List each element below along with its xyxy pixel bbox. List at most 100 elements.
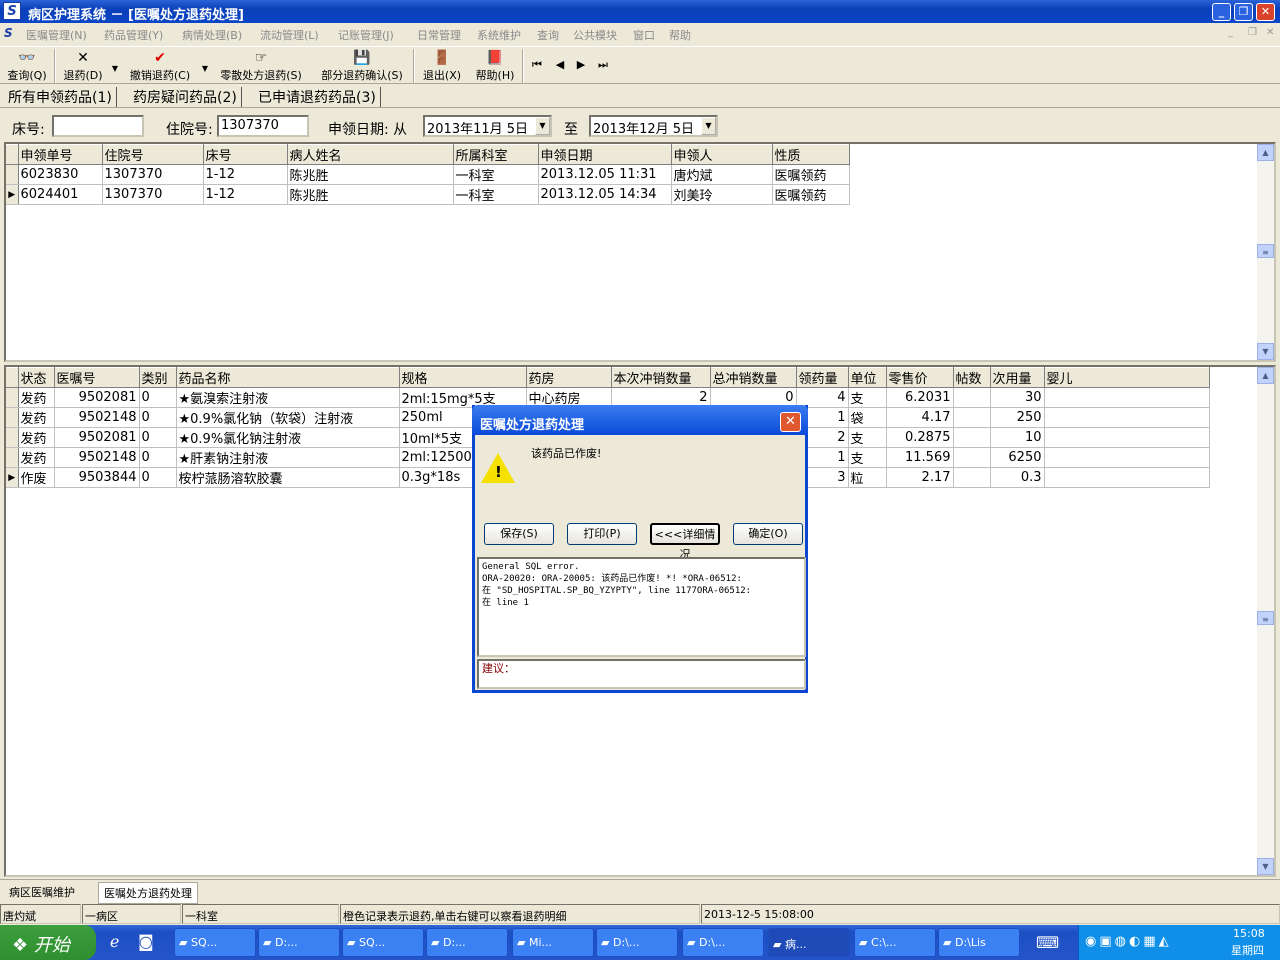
error-detail-text[interactable]: General SQL error. ORA-20020: ORA-20005:… [477,557,806,657]
menu-item[interactable]: 帮助 [669,27,691,43]
column-header[interactable]: 单位 [848,367,887,388]
inpatient-input[interactable]: 1307370 [217,115,309,137]
menu-item[interactable]: 系统维护 [477,27,521,43]
column-header[interactable]: 零售价 [886,367,954,388]
cancel-return-dropdown[interactable]: ▼ [200,50,210,84]
table-cell [1044,407,1210,428]
tray-icons[interactable]: ◉▣◍◐▦◭ [1085,934,1172,949]
last-record-icon[interactable]: ⏭ [596,50,610,84]
column-header[interactable]: 总冲销数量 [710,367,797,388]
requisition-grid[interactable]: 申领单号 住院号 床号 病人姓名 所属科室 申领日期 申领人 性质 6023830 1307370… [4,142,1276,362]
column-header[interactable]: 规格 [399,367,527,388]
dialog-close-button[interactable]: ✕ [780,412,801,432]
date-to-picker[interactable]: 2013年12月 5日 ▼ [589,115,718,137]
table-row[interactable]: 6023830 1307370 1-12 陈兆胜 一科室 2013.12.05 11:31… [6,164,850,185]
column-header[interactable]: 性质 [772,144,850,165]
column-header[interactable]: 领药量 [796,367,849,388]
menu-item[interactable]: 记账管理(J) [338,27,394,43]
taskbar-item[interactable]: ▰ D:\... [682,928,764,957]
tab-2[interactable]: 药房疑问药品(2) [129,87,242,107]
taskbar-item[interactable]: ▰ D:... [426,928,508,957]
table-row[interactable]: ▶ 6024401 1307370 1-12 陈兆胜 一科室 2013.12.05 14:3… [6,184,850,205]
mdi-tab-ward-orders[interactable]: 病区医嘱维护 [4,882,80,902]
minimize-button[interactable]: _ [1212,3,1231,21]
help-button[interactable]: 📕 帮助(H) [472,50,518,84]
column-header[interactable]: 申领人 [671,144,773,165]
taskbar-item[interactable]: ▰ C:\... [854,928,936,957]
maximize-button[interactable]: ❐ [1234,3,1253,21]
taskbar-item[interactable]: ▰ Mi... [512,928,594,957]
date-from-picker[interactable]: 2013年11月 5日 ▼ [423,115,552,137]
table-cell: 发药 [18,387,55,408]
print-button[interactable]: 打印(P) [567,523,637,545]
upper-scrollbar[interactable]: ▲ ≡ ▼ [1257,144,1274,360]
menu-item[interactable]: 流动管理(L) [260,27,319,43]
column-header[interactable]: 病人姓名 [287,144,454,165]
tab-3[interactable]: 已申请退药药品(3) [254,87,381,107]
exit-button[interactable]: 🚪 退出(X) [418,50,466,84]
chevron-down-icon[interactable]: ▼ [701,117,716,135]
menu-item[interactable]: 窗口 [633,27,655,43]
ok-button[interactable]: 确定(O) [733,523,803,545]
column-header[interactable]: 类别 [139,367,177,388]
chevron-down-icon[interactable]: ▼ [535,117,550,135]
menu-item[interactable]: 公共模块 [573,27,617,43]
column-header[interactable]: 所属科室 [453,144,539,165]
column-header[interactable]: 医嘱号 [54,367,140,388]
clock-weekday: 星期四 [1231,944,1264,957]
column-header[interactable]: 申领单号 [18,144,103,165]
windows-flag-icon: ❖ [12,935,34,956]
column-header[interactable]: 住院号 [102,144,204,165]
column-header[interactable]: 药房 [526,367,612,388]
menu-item[interactable]: 查询 [537,27,559,43]
mdi-window-button[interactable]: ✕ [1266,27,1274,38]
first-record-icon[interactable]: ⏮ [530,50,544,84]
cancel-return-button[interactable]: ✔ 撤销退药(C) [124,50,196,84]
taskbar-item[interactable]: ▰ D:\Lis [938,928,1020,957]
taskbar-item[interactable]: ▰ SQ... [342,928,424,957]
suggestion-text[interactable]: 建议： [477,659,806,689]
start-label: 开始 [33,935,70,956]
keyboard-icon[interactable]: ⌨ [1036,933,1059,952]
mdi-window-button[interactable]: ❐ [1248,27,1257,38]
column-header[interactable]: 床号 [203,144,288,165]
prev-record-icon[interactable]: ◀ [553,50,567,84]
tab-1[interactable]: 所有申领药品(1) [4,87,117,107]
start-button[interactable]: ❖ 开始 [0,925,96,960]
column-header[interactable]: 帖数 [953,367,991,388]
close-button[interactable]: ✕ [1256,3,1275,21]
next-record-icon[interactable]: ▶ [574,50,588,84]
taskbar-item[interactable]: ▰ SQ... [174,928,256,957]
table-cell [1044,447,1210,468]
return-button[interactable]: ✕ 退药(D) [58,50,108,84]
row-indicator: ▶ [6,467,19,488]
save-button[interactable]: 保存(S) [484,523,554,545]
bed-input[interactable] [52,115,144,137]
clock-time: 15:08 [1233,927,1265,940]
column-header[interactable]: 本次冲销数量 [611,367,711,388]
menu-item[interactable]: 医嘱管理(N) [26,27,87,43]
mdi-tab-return[interactable]: 医嘱处方退药处理 [98,882,198,904]
mdi-window-button[interactable]: _ [1228,27,1233,38]
app-icon: ▰ [773,938,785,951]
lower-scrollbar[interactable]: ▲ ≡ ▼ [1257,367,1274,875]
quicklaunch-icon[interactable]: ◙ [138,932,154,951]
ie-icon[interactable]: ℯ [110,932,119,951]
menu-item[interactable]: 药品管理(Y) [104,27,163,43]
partial-confirm-button[interactable]: 💾 部分退药确认(S) [314,50,410,84]
query-button[interactable]: 👓 查询(Q) [4,50,50,84]
details-button[interactable]: <<<详细情况 [650,523,720,561]
column-header[interactable]: 状态 [18,367,55,388]
taskbar-item[interactable]: ▰ D:... [258,928,340,957]
column-header[interactable]: 申领日期 [538,144,672,165]
menu-item[interactable]: 病情处理(B) [182,27,242,43]
column-header[interactable]: 次用量 [990,367,1045,388]
taskbar-item[interactable]: ▰ D:\... [596,928,678,957]
column-header[interactable]: 婴儿 [1044,367,1210,388]
column-header[interactable]: 药品名称 [176,367,400,388]
taskbar-item[interactable]: ▰ 病... [768,928,850,957]
return-dropdown[interactable]: ▼ [110,50,120,84]
scatter-return-button[interactable]: ☞ 零散处方退药(S) [213,50,309,84]
menu-item[interactable]: 日常管理 [417,27,461,43]
window-title: 病区护理系统 － [医嘱处方退药处理] [28,8,244,23]
